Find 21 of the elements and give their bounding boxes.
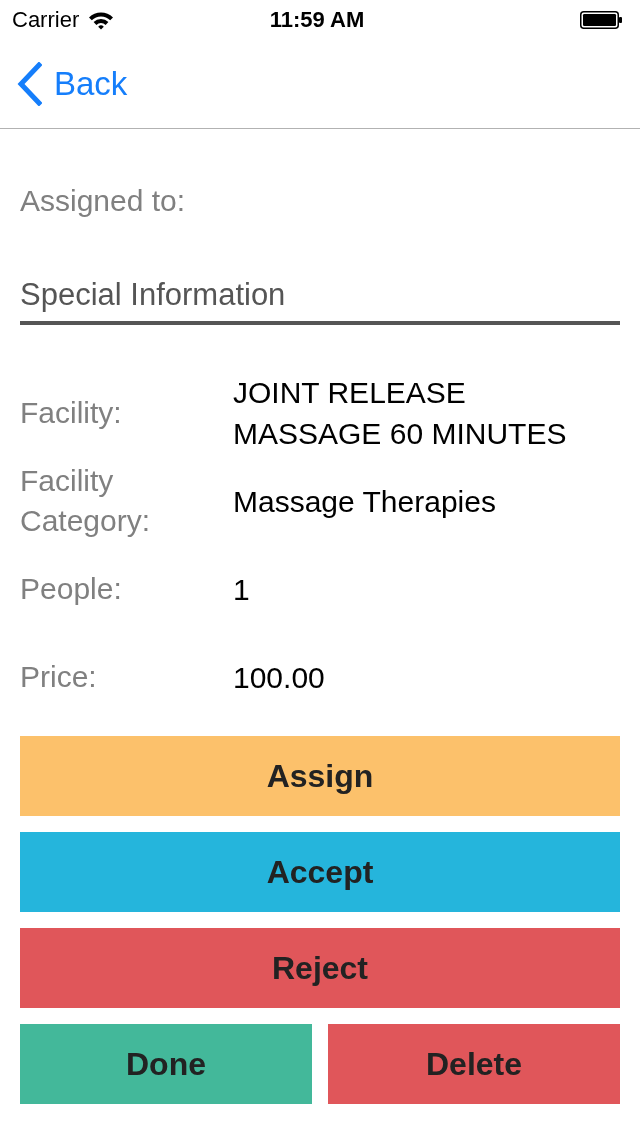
field-label: Facility Category: xyxy=(20,463,152,539)
battery-icon xyxy=(580,11,622,29)
carrier-name: Carrier xyxy=(12,7,80,33)
action-button[interactable]: Accept xyxy=(20,832,620,912)
action-button[interactable]: Reject xyxy=(20,928,620,1008)
field-label: Price: xyxy=(20,659,98,695)
field-value: Massage Therapies xyxy=(233,483,497,520)
field-value: 1 xyxy=(233,571,251,608)
field-label: People: xyxy=(20,571,123,607)
field-value: 100.00 xyxy=(233,659,326,696)
field-label: Assigned to: xyxy=(20,183,186,219)
back-button[interactable]: Back xyxy=(16,62,128,106)
action-button[interactable]: Delete xyxy=(328,1024,620,1104)
section-heading: Special Information xyxy=(20,277,620,325)
status-time: 11:59 AM xyxy=(269,7,365,33)
back-chevron-icon xyxy=(16,62,42,106)
field-label: Facility: xyxy=(20,395,123,431)
field-value: JOINT RELEASE MASSAGE 60 MINUTES xyxy=(233,375,568,452)
wifi-icon xyxy=(88,10,115,30)
action-button[interactable]: Assign xyxy=(20,736,620,816)
action-button[interactable]: Done xyxy=(20,1024,312,1104)
